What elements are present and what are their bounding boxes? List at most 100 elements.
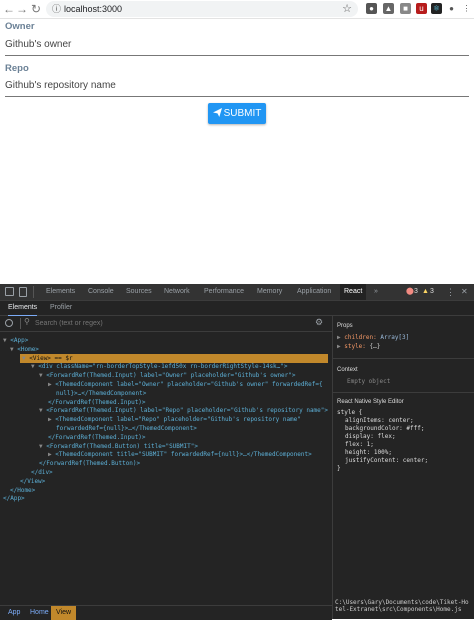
tree-toggle-icon[interactable]: ▼ [39, 443, 43, 450]
ublock-icon[interactable]: u [416, 3, 427, 14]
tree-node[interactable]: ▼ <ForwardRef(Themed.Input) label="Owner… [0, 371, 296, 380]
tree-node[interactable]: </Home> [0, 486, 35, 495]
settings-gear-icon[interactable]: ⚙ [315, 317, 323, 328]
more-tabs-icon[interactable]: » [374, 284, 378, 300]
tree-node-label: <ForwardRef(Themed.Input) label="Owner" … [46, 372, 296, 380]
divider [333, 358, 474, 359]
tree-node-label: </ForwardRef(Themed.Input)> [48, 398, 146, 406]
tree-node-label: forwardedRef={null}>…</ThemedComponent> [56, 425, 197, 432]
tab-memory[interactable]: Memory [257, 284, 282, 300]
reload-icon[interactable]: ↻ [29, 2, 43, 16]
tree-toggle-icon[interactable]: ▼ [10, 346, 14, 353]
bookmark-star-icon[interactable]: ☆ [342, 2, 352, 16]
tree-node-label: <View> == $r [29, 354, 73, 362]
info-icon[interactable]: ⓘ [52, 3, 62, 15]
menu-icon[interactable]: ⋮ [461, 3, 472, 14]
style-prop-row[interactable]: justifyContent: center; [345, 457, 428, 465]
tab-application[interactable]: Application [297, 284, 331, 300]
tab-network[interactable]: Network [164, 284, 190, 300]
tree-toggle-icon[interactable]: ▶ [48, 416, 52, 423]
tab-sources[interactable]: Sources [126, 284, 152, 300]
tree-node[interactable]: ▼ <ForwardRef(Themed.Input) label="Repo"… [0, 406, 328, 415]
owner-label: Owner [5, 21, 35, 32]
tree-node[interactable]: </View> [0, 477, 45, 486]
tree-node[interactable]: forwardedRef={null}>…</ThemedComponent> [0, 424, 197, 433]
tree-node[interactable]: ▼ <View> == $r [20, 353, 328, 363]
tree-node[interactable]: </ForwardRef(Themed.Button)> [0, 459, 140, 468]
tree-toggle-icon[interactable]: ▼ [39, 372, 43, 379]
tree-node-label: null}>…</ThemedComponent> [56, 389, 147, 397]
style-prop-row[interactable]: alignItems: center; [345, 417, 414, 425]
breadcrumb-app[interactable]: App [3, 606, 25, 620]
context-title: Context [337, 367, 358, 373]
tree-node[interactable]: </div> [0, 468, 53, 477]
vpn-icon[interactable]: ▲ [383, 3, 394, 14]
style-prop-row[interactable]: backgroundColor: #fff; [345, 425, 424, 433]
close-icon[interactable]: ✕ [461, 284, 468, 300]
context-empty: Empty object [347, 378, 391, 385]
tree-node[interactable]: </ForwardRef(Themed.Input)> [0, 398, 146, 407]
style-prop-row[interactable]: height: 100%; [345, 449, 392, 457]
tree-toggle-icon[interactable]: ▼ [3, 337, 7, 344]
account-icon[interactable]: ● [446, 3, 457, 14]
props-title: Props [337, 323, 353, 329]
prop-children-row[interactable]: ▶ children: Array[3] [337, 334, 409, 342]
source-path[interactable]: C:\Users\Gary\Documents\code\Tiket-Hotel… [335, 599, 471, 613]
tree-node[interactable]: ▼ <div className="rn-borderTopStyle-1efd… [0, 362, 288, 371]
react-icon[interactable]: ⚛ [431, 3, 442, 14]
tab-elements[interactable]: Elements [46, 284, 75, 300]
settings-kebab-icon[interactable]: ⋮ [446, 284, 455, 300]
style-prop-row[interactable]: display: flex; [345, 433, 396, 441]
shield-icon[interactable]: ● [366, 3, 377, 14]
style-prop-row[interactable]: flex: 1; [345, 441, 374, 449]
owner-input[interactable] [5, 33, 469, 56]
tree-node[interactable]: </ForwardRef(Themed.Input)> [0, 433, 146, 442]
breadcrumb-home[interactable]: Home [25, 606, 54, 620]
tab-console[interactable]: Console [88, 284, 114, 300]
error-icon[interactable]: ⬤ [406, 284, 414, 300]
component-search-bar: ⚲ ⚙ [0, 316, 332, 332]
tree-node-label: <ForwardRef(Themed.Input) label="Repo" p… [46, 407, 329, 415]
tree-node[interactable]: ▶ <ThemedComponent label="Owner" placeho… [0, 380, 323, 389]
back-icon[interactable]: ← [2, 2, 16, 16]
device-toolbar-icon[interactable] [19, 287, 27, 297]
tree-toggle-icon[interactable]: ▼ [31, 363, 35, 370]
tree-node[interactable]: ▼ <Home> [0, 345, 39, 354]
tree-node[interactable]: ▼ <App> [0, 336, 28, 345]
react-subtabs: Elements Profiler [0, 301, 474, 316]
select-element-icon[interactable] [5, 319, 13, 327]
tree-node-label: <ThemedComponent label="Repo" placeholde… [55, 416, 301, 424]
tree-node-label: <App> [10, 337, 29, 344]
tree-node[interactable]: ▶ <ThemedComponent title="SUBMIT" forwar… [0, 450, 312, 459]
subtab-elements[interactable]: Elements [8, 301, 38, 316]
notes-icon[interactable]: ■ [400, 3, 411, 14]
breadcrumb-view[interactable]: View [51, 606, 77, 620]
search-input[interactable] [35, 317, 305, 329]
error-count: 3 [414, 288, 418, 295]
forward-icon[interactable]: → [15, 2, 29, 16]
repo-input[interactable] [5, 74, 469, 97]
tree-node-label: <Home> [17, 345, 39, 353]
prop-style-row[interactable]: ▶ style: {…} [337, 343, 380, 351]
tab-divider [33, 286, 34, 298]
search-divider [20, 318, 21, 329]
warning-icon[interactable]: ▲ [422, 284, 429, 300]
submit-label: SUBMIT [223, 108, 262, 119]
tree-node[interactable]: ▶ <ThemedComponent label="Repo" placehol… [0, 415, 301, 424]
submit-button[interactable]: SUBMIT [208, 103, 266, 124]
tree-node[interactable]: null}>…</ThemedComponent> [0, 389, 146, 398]
breadcrumb: App Home View [0, 605, 332, 620]
tree-toggle-icon[interactable]: ▼ [22, 355, 26, 362]
address-bar[interactable]: ⓘ localhost:3000 ☆ [46, 1, 358, 17]
tab-performance[interactable]: Performance [204, 284, 244, 300]
subtab-profiler[interactable]: Profiler [50, 301, 72, 315]
tree-toggle-icon[interactable]: ▶ [48, 451, 52, 458]
tree-node-label: </ForwardRef(Themed.Button)> [39, 460, 141, 468]
devtools-panel: Elements Console Sources Network Perform… [0, 284, 474, 620]
tree-toggle-icon[interactable]: ▼ [39, 407, 43, 414]
tree-node[interactable]: ▼ <ForwardRef(Themed.Button) title="SUBM… [0, 442, 198, 451]
tab-react[interactable]: React [340, 284, 367, 300]
tree-node[interactable]: </App> [0, 494, 25, 503]
inspect-icon[interactable] [5, 287, 14, 296]
tree-toggle-icon[interactable]: ▶ [48, 381, 52, 388]
